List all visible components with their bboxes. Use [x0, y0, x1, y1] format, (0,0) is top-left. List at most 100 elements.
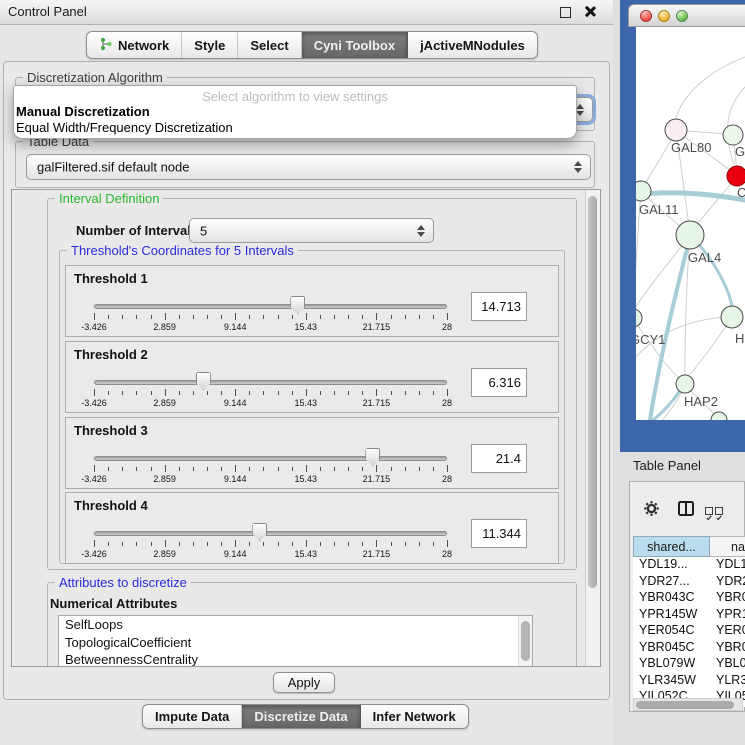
network-window-titlebar[interactable]: [628, 4, 745, 27]
slider-tick: [348, 315, 349, 319]
table-row[interactable]: YBL079WYBL079W: [633, 656, 745, 673]
tab-label: Discretize Data: [254, 709, 347, 724]
threshold-value-field[interactable]: 21.4: [471, 444, 527, 473]
table-row[interactable]: YDR27...YDR27...: [633, 574, 745, 591]
threshold-slider[interactable]: -3.4262.8599.14415.4321.71528: [94, 294, 447, 336]
table-horizontal-scrollbar[interactable]: [633, 698, 743, 711]
table-row[interactable]: YPR145WYPR145W: [633, 607, 745, 624]
tab-discretize-data[interactable]: Discretize Data: [242, 705, 360, 728]
tab-infer-network[interactable]: Infer Network: [361, 705, 468, 728]
network-node[interactable]: [676, 375, 694, 393]
vertical-scrollbar[interactable]: [585, 190, 600, 666]
tab-network[interactable]: Network: [87, 32, 182, 58]
cell-name: YLR345W: [716, 673, 745, 687]
number-of-intervals-label: Number of Intervals: [76, 223, 198, 238]
slider-tick: [376, 465, 377, 472]
checkbox-filter-icons[interactable]: [705, 507, 723, 515]
threshold-value-field[interactable]: 6.316: [471, 368, 527, 397]
slider-tick: [122, 542, 123, 546]
tab-jactivemnodules[interactable]: jActiveMNodules: [408, 32, 537, 58]
network-node[interactable]: [636, 181, 651, 201]
node-label-gal4: GAL4: [688, 250, 721, 265]
network-node[interactable]: [721, 306, 743, 328]
network-node[interactable]: [665, 119, 687, 141]
close-traffic-light-icon[interactable]: [640, 10, 652, 22]
minimize-traffic-light-icon[interactable]: [658, 10, 670, 22]
node-label-gcy1: GCY1: [636, 332, 665, 347]
slider-tick: [278, 542, 279, 546]
list-scrollbar-thumb[interactable]: [521, 621, 530, 661]
slider-tick: [391, 542, 392, 546]
network-canvas[interactable]: GAL80GAGAL11CGAL4GCY1HHAP2: [636, 27, 745, 420]
table-hscroll-thumb[interactable]: [636, 701, 734, 709]
threshold-slider[interactable]: -3.4262.8599.14415.4321.71528: [94, 446, 447, 488]
column-header-shared-name[interactable]: shared...: [633, 536, 710, 557]
threshold-slider[interactable]: -3.4262.8599.14415.4321.71528: [94, 521, 447, 563]
node-label-hap2: HAP2: [684, 394, 718, 409]
table-rows: YDL19...YDL19...YDR27...YDR27...YBR043CY…: [633, 557, 745, 707]
slider-tick: [108, 315, 109, 319]
threshold-slider[interactable]: -3.4262.8599.14415.4321.71528: [94, 370, 447, 412]
slider-track[interactable]: [94, 304, 447, 309]
slider-thumb[interactable]: [290, 296, 305, 314]
slider-track[interactable]: [94, 380, 447, 385]
number-of-intervals-combobox[interactable]: 5: [189, 218, 434, 243]
tick-label: 9.144: [213, 549, 257, 559]
table-row[interactable]: YBR045CYBR045C: [633, 640, 745, 657]
slider-thumb[interactable]: [365, 448, 380, 466]
slider-tick: [165, 313, 166, 320]
numerical-attributes-list[interactable]: SelfLoopsTopologicalCoefficientBetweenne…: [58, 615, 533, 667]
float-window-icon[interactable]: [560, 7, 571, 18]
list-scrollbar[interactable]: [518, 616, 532, 667]
table-row[interactable]: YLR345WYLR345W: [633, 673, 745, 690]
slider-tick: [94, 389, 95, 396]
slider-tick: [151, 391, 152, 395]
slider-track[interactable]: [94, 531, 447, 536]
apply-button[interactable]: Apply: [273, 672, 335, 693]
network-node[interactable]: [727, 166, 745, 186]
slider-tick: [263, 542, 264, 546]
algorithm-option-manual-discretization[interactable]: Manual Discretization: [14, 104, 576, 120]
threshold-value-field[interactable]: 14.713: [471, 292, 527, 321]
tab-select[interactable]: Select: [238, 32, 301, 58]
table-row[interactable]: YDL19...YDL19...: [633, 557, 745, 574]
node-label-h: H: [735, 331, 744, 346]
gear-icon[interactable]: [643, 500, 660, 517]
tab-cyni-toolbox[interactable]: Cyni Toolbox: [302, 32, 408, 58]
tab-label: Network: [118, 38, 169, 53]
slider-track[interactable]: [94, 456, 447, 461]
table-panel: shared... na YDL19...YDL19...YDR27...YDR…: [629, 481, 745, 712]
slider-thumb[interactable]: [196, 372, 211, 390]
zoom-traffic-light-icon[interactable]: [676, 10, 688, 22]
threshold-value-field[interactable]: 11.344: [471, 519, 527, 548]
close-icon[interactable]: [583, 5, 596, 18]
network-node[interactable]: [723, 125, 743, 145]
network-node[interactable]: [636, 309, 642, 327]
node-label-gal11: GAL11: [639, 202, 679, 217]
slider-tick: [151, 542, 152, 546]
slider-tick: [263, 467, 264, 471]
attribute-item-selfloops[interactable]: SelfLoops: [59, 616, 532, 634]
slider-tick: [94, 313, 95, 320]
table-data-combobox[interactable]: galFiltered.sif default node: [26, 154, 591, 180]
table-row[interactable]: YER054CYER054C: [633, 623, 745, 640]
attribute-item-topologicalcoefficient[interactable]: TopologicalCoefficient: [59, 634, 532, 652]
slider-tick: [193, 542, 194, 546]
slider-tick: [193, 467, 194, 471]
slider-tick: [306, 389, 307, 396]
column-header-name[interactable]: na: [710, 536, 745, 557]
tick-label: 9.144: [213, 398, 257, 408]
table-row[interactable]: YBR043CYBR043C: [633, 590, 745, 607]
network-node[interactable]: [676, 221, 704, 249]
slider-tick: [419, 542, 420, 546]
tab-style[interactable]: Style: [182, 32, 238, 58]
attribute-item-betweennesscentrality[interactable]: BetweennessCentrality: [59, 651, 532, 667]
columns-icon[interactable]: [678, 501, 694, 516]
algorithm-option-equal-width-frequency-discretization[interactable]: Equal Width/Frequency Discretization: [14, 120, 576, 136]
vertical-scrollbar-thumb[interactable]: [588, 196, 597, 588]
slider-tick: [419, 467, 420, 471]
slider-tick: [207, 391, 208, 395]
tick-label: 15.43: [284, 474, 328, 484]
slider-thumb[interactable]: [252, 523, 267, 541]
tab-impute-data[interactable]: Impute Data: [143, 705, 242, 728]
